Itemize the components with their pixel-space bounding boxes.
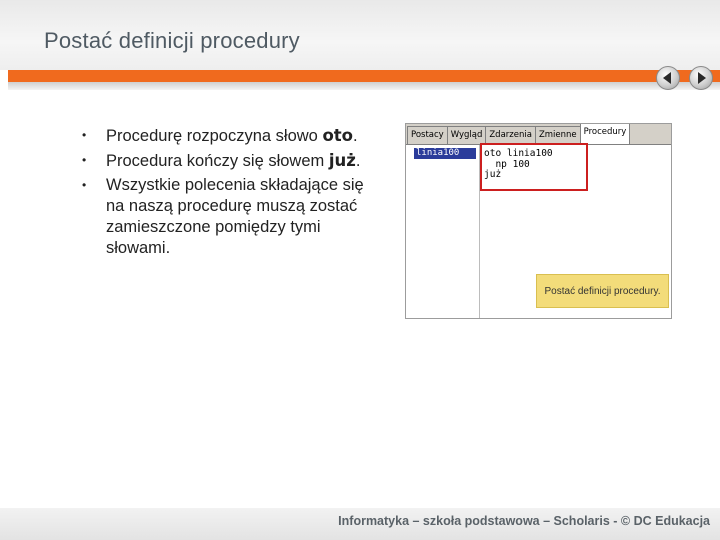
header-shadow xyxy=(8,82,720,90)
bullet-keyword: już xyxy=(328,151,356,170)
tab-wyglad[interactable]: Wygląd xyxy=(446,126,487,144)
bullet-item: • Wszystkie polecenia składające się na … xyxy=(82,175,382,259)
next-slide-button[interactable] xyxy=(689,66,713,90)
bullet-text: Procedura kończy się słowem xyxy=(106,152,329,170)
tab-zmienne[interactable]: Zmienne xyxy=(534,126,581,144)
bullet-glyph: • xyxy=(82,178,87,192)
tab-postacy[interactable]: Postacy xyxy=(407,126,448,144)
tab-procedury[interactable]: Procedury xyxy=(579,124,631,144)
callout-tooltip: Postać definicji procedury. xyxy=(536,274,669,308)
procedure-editor-screenshot: Postacy Wygląd Zdarzenia Zmienne Procedu… xyxy=(405,123,672,319)
procedure-list-item[interactable]: linia100 xyxy=(414,148,476,159)
footer-text: Informatyka – szkoła podstawowa – Schola… xyxy=(338,514,710,528)
accent-bar xyxy=(8,70,720,82)
page-title: Postać definicji procedury xyxy=(44,28,300,53)
tab-zdarzenia[interactable]: Zdarzenia xyxy=(485,126,536,144)
code-editor[interactable]: oto linia100 np 100 już xyxy=(484,148,553,181)
bullet-item: • Procedurę rozpoczyna słowo oto. xyxy=(82,125,382,147)
bullet-text: Procedurę rozpoczyna słowo xyxy=(106,127,323,145)
bullet-suffix: . xyxy=(355,152,361,170)
bullet-item: • Procedura kończy się słowem już. xyxy=(82,150,382,172)
code-line: już xyxy=(484,169,502,180)
bullet-glyph: • xyxy=(82,128,87,142)
bullet-text: Wszystkie polecenia składające się na na… xyxy=(106,176,364,257)
code-line: oto linia100 xyxy=(484,148,553,159)
prev-slide-button[interactable] xyxy=(656,66,680,90)
editor-tabs: Postacy Wygląd Zdarzenia Zmienne Procedu… xyxy=(406,124,671,145)
arrow-left-icon xyxy=(663,72,671,84)
procedure-list: linia100 xyxy=(406,145,480,318)
arrow-right-icon xyxy=(698,72,706,84)
bullet-list: • Procedurę rozpoczyna słowo oto. • Proc… xyxy=(82,125,382,262)
bullet-keyword: oto xyxy=(322,126,354,145)
bullet-glyph: • xyxy=(82,153,87,167)
bullet-suffix: . xyxy=(353,127,358,145)
